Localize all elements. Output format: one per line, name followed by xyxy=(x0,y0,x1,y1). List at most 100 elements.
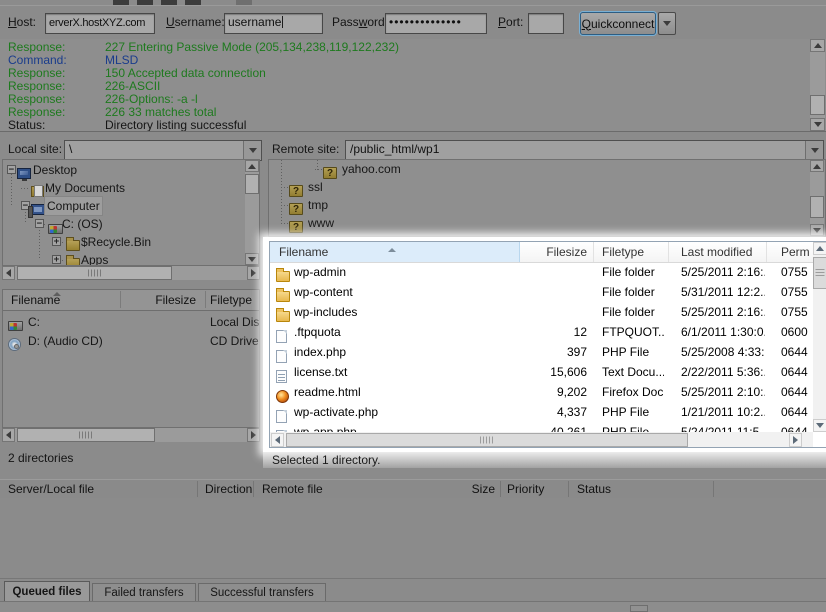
file-permissions: 0644 xyxy=(781,362,812,382)
scroll-down-button[interactable] xyxy=(810,224,824,236)
local-files-hscrollbar[interactable] xyxy=(2,428,260,442)
log-scrollbar[interactable] xyxy=(810,39,825,131)
local-tree-item[interactable]: −Computer xyxy=(3,197,243,215)
column-divider[interactable] xyxy=(713,481,714,497)
scroll-down-button[interactable] xyxy=(245,253,259,265)
tab-queued-files[interactable]: Queued files xyxy=(4,581,90,601)
scrollbar-thumb[interactable] xyxy=(286,433,688,447)
combobox-arrow-button[interactable] xyxy=(805,141,823,160)
scroll-right-button[interactable] xyxy=(247,266,260,280)
tree-connector xyxy=(281,223,288,224)
password-input[interactable]: •••••••••••••• xyxy=(385,13,487,34)
column-divider[interactable] xyxy=(120,291,121,308)
remote-files-scrollbar[interactable] xyxy=(813,242,826,432)
remote-tree-item[interactable]: ?tmp xyxy=(269,196,789,214)
scroll-right-button[interactable] xyxy=(247,428,260,442)
scrollbar-thumb[interactable] xyxy=(810,95,825,115)
remote-site-combobox[interactable]: /public_html/wp1 xyxy=(345,140,824,161)
local-site-combobox[interactable]: \ xyxy=(64,140,262,161)
collapse-icon[interactable]: − xyxy=(7,165,16,174)
expand-icon[interactable]: + xyxy=(52,237,61,246)
scrollbar-thumb[interactable] xyxy=(17,266,172,280)
scrollbar-thumb[interactable] xyxy=(813,257,826,289)
remote-file-row[interactable]: license.txt15,606Text Docu...2/22/2011 5… xyxy=(270,362,826,382)
column-header-filename[interactable]: Filename xyxy=(279,245,328,259)
file-permissions: 0644 xyxy=(781,342,812,362)
queue-column-header-direction[interactable]: Direction xyxy=(205,482,252,496)
remote-files-hscrollbar[interactable] xyxy=(270,432,813,448)
remote-tree-item[interactable]: ?yahoo.com xyxy=(269,160,789,178)
scroll-left-button[interactable] xyxy=(2,428,15,442)
remote-tree-item[interactable]: ?ssl xyxy=(269,178,789,196)
column-divider[interactable] xyxy=(197,481,198,497)
remote-file-row[interactable]: wp-activate.php4,337PHP File1/21/2011 10… xyxy=(270,402,826,422)
message-log: Response:227 Entering Passive Mode (205,… xyxy=(0,39,826,132)
scroll-right-button[interactable] xyxy=(789,433,802,447)
local-tree-item[interactable]: My Documents xyxy=(3,179,243,197)
queue-column-header-status[interactable]: Status xyxy=(577,482,611,496)
tree-connector xyxy=(281,205,288,206)
tab-failed-transfers[interactable]: Failed transfers xyxy=(92,583,196,601)
column-divider[interactable] xyxy=(205,291,206,308)
local-file-row[interactable]: C:Local Disk xyxy=(3,313,259,332)
scrollbar-thumb[interactable] xyxy=(17,428,155,442)
scrollbar-thumb[interactable] xyxy=(245,174,259,194)
column-divider[interactable] xyxy=(568,481,569,497)
queue-column-header-size[interactable]: Size xyxy=(440,482,495,496)
column-divider[interactable] xyxy=(253,481,254,497)
username-input[interactable]: username xyxy=(224,13,323,34)
host-input[interactable]: erverX.hostXYZ.com xyxy=(45,13,155,34)
local-file-row[interactable]: D: (Audio CD)CD Drive xyxy=(3,332,259,351)
remote-file-row[interactable]: wp-contentFile folder5/31/2011 12:2...07… xyxy=(270,282,826,302)
local-tree-hscrollbar[interactable] xyxy=(2,266,260,280)
quickconnect-button[interactable]: Quickconnect xyxy=(580,12,656,35)
column-header-filetype[interactable]: Filetype xyxy=(210,293,252,307)
combobox-arrow-button[interactable] xyxy=(243,141,261,160)
queue-column-header-remote-file[interactable]: Remote file xyxy=(262,482,323,496)
remote-file-row[interactable]: index.php397PHP File5/25/2008 4:33:...06… xyxy=(270,342,826,362)
remote-file-row[interactable]: .ftpquota12FTPQUOT...6/1/2011 1:30:0...0… xyxy=(270,322,826,342)
remote-tree-scrollbar[interactable] xyxy=(810,160,824,236)
local-tree-scrollbar[interactable] xyxy=(245,160,259,265)
column-header-filesize[interactable]: Filesize xyxy=(128,293,196,307)
file-name: wp-admin xyxy=(294,262,346,282)
resize-grip[interactable] xyxy=(630,605,648,612)
column-header-filetype[interactable]: Filetype xyxy=(602,245,644,259)
cd-icon xyxy=(8,335,21,354)
column-divider[interactable] xyxy=(668,242,669,262)
column-divider[interactable] xyxy=(766,242,767,262)
remote-file-row[interactable]: readme.html9,202Firefox Doc...5/25/2011 … xyxy=(270,382,826,402)
column-header-last-modified[interactable]: Last modified xyxy=(681,245,752,259)
scroll-left-button[interactable] xyxy=(271,433,284,447)
file-modified: 6/1/2011 1:30:0... xyxy=(681,322,765,342)
column-divider[interactable] xyxy=(500,481,501,497)
expand-icon[interactable]: + xyxy=(52,255,61,264)
column-header-filesize[interactable]: Filesize xyxy=(515,245,587,259)
scrollbar-thumb[interactable] xyxy=(810,196,824,218)
tab-successful-transfers[interactable]: Successful transfers xyxy=(198,583,326,601)
quickconnect-dropdown-button[interactable] xyxy=(658,12,676,35)
log-entry: Status:Directory listing successful xyxy=(0,119,800,132)
remote-tree-item[interactable]: ?www xyxy=(269,214,789,232)
scroll-down-button[interactable] xyxy=(810,118,825,131)
file-size: 12 xyxy=(515,322,587,342)
scroll-up-button[interactable] xyxy=(810,39,825,52)
collapse-icon[interactable]: − xyxy=(35,219,44,228)
scroll-down-button[interactable] xyxy=(813,419,826,432)
scroll-left-button[interactable] xyxy=(2,266,15,280)
queue-column-header-server-local-file[interactable]: Server/Local file xyxy=(8,482,94,496)
scroll-up-button[interactable] xyxy=(813,242,826,255)
queue-column-header-priority[interactable]: Priority xyxy=(507,482,544,496)
column-header-permissions[interactable]: Perm xyxy=(781,245,810,259)
column-divider[interactable] xyxy=(593,242,594,262)
file-name: D: (Audio CD) xyxy=(28,332,103,351)
remote-file-list-header[interactable]: Filename Filesize Filetype Last modified… xyxy=(270,242,826,263)
local-tree-item[interactable]: −Desktop xyxy=(3,161,243,179)
remote-file-row[interactable]: wp-adminFile folder5/25/2011 2:16:...075… xyxy=(270,262,826,282)
scroll-up-button[interactable] xyxy=(245,160,259,172)
local-file-list-header[interactable]: Filename Filesize Filetype xyxy=(3,290,259,311)
remote-file-row[interactable]: wp-includesFile folder5/25/2011 2:16:...… xyxy=(270,302,826,322)
transfer-queue-header[interactable]: Server/Local file Direction Remote file Siz… xyxy=(0,479,826,500)
port-input[interactable] xyxy=(528,13,564,34)
scroll-up-button[interactable] xyxy=(810,160,824,172)
